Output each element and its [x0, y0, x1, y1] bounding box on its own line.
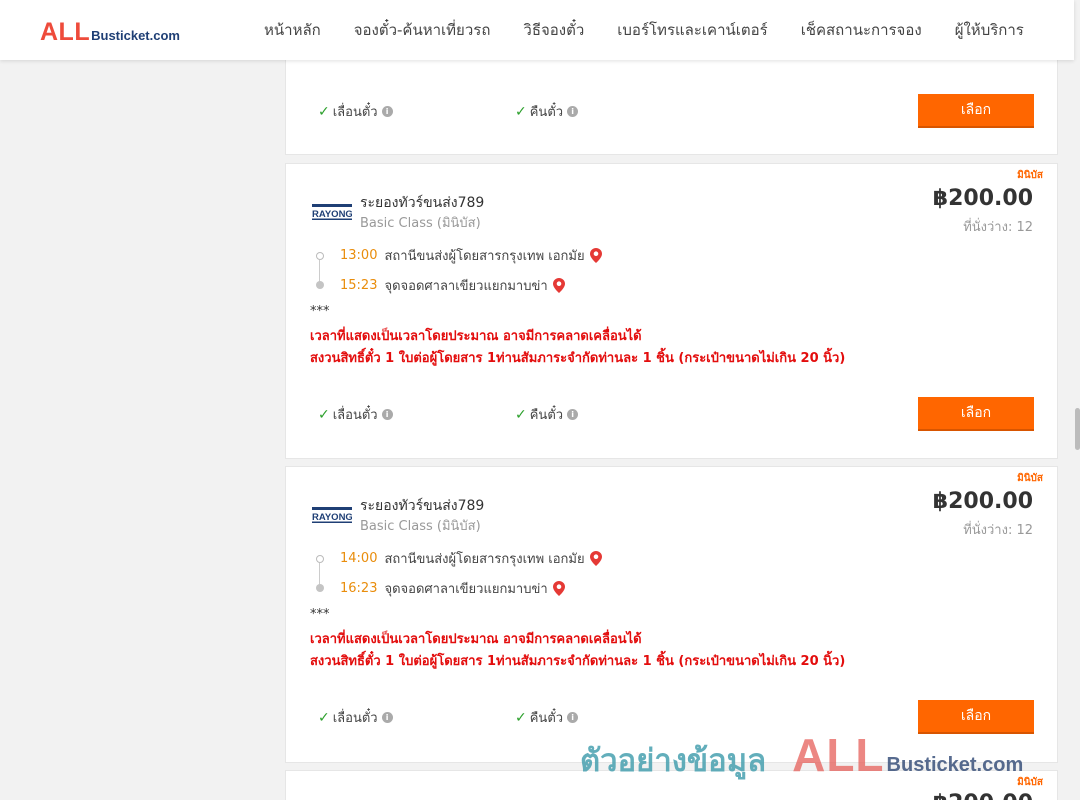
nav-book-search[interactable]: จองตั๋ว-ค้นหาเที่ยวรถ: [354, 18, 491, 42]
trip-price: ฿200.00: [933, 791, 1033, 800]
departure-stop: 14:00 สถานีขนส่งผู้โดยสารกรุงเทพ เอกมัย: [340, 548, 602, 569]
feature-change-label: เลื่อนตั๋ว: [332, 105, 378, 120]
departure-place: สถานีขนส่งผู้โดยสารกรุงเทพ เอกมัย: [384, 552, 585, 567]
time-disclaimer: เวลาที่แสดงเป็นเวลาโดยประมาณ อาจมีการคลา…: [310, 632, 642, 647]
map-pin-icon[interactable]: [589, 248, 602, 263]
trip-card: มินิบัส RAYONG ระยองทัวร์ขนส่ง789 Basic …: [285, 466, 1058, 763]
trip-price: ฿200.00: [932, 489, 1033, 514]
check-icon: ✓: [515, 406, 527, 423]
scrollbar-thumb[interactable]: [1075, 408, 1080, 450]
arrival-stop: 15:23 จุดจอดศาลาเขียวแยกมาบข่า: [340, 275, 565, 296]
route-line: [319, 260, 320, 282]
main-nav: หน้าหลัก จองตั๋ว-ค้นหาเที่ยวรถ วิธีจองตั…: [264, 18, 1057, 42]
feature-refund-ticket: ✓ คืนตั๋ว i: [515, 404, 579, 425]
check-icon: ✓: [318, 103, 330, 120]
operator-logo-text: RAYONG: [312, 209, 352, 220]
info-icon[interactable]: i: [567, 409, 579, 420]
time-disclaimer: เวลาที่แสดงเป็นเวลาโดยประมาณ อาจมีการคลา…: [310, 329, 642, 344]
route-timeline: [316, 555, 324, 592]
feature-change-ticket: ✓ เลื่อนตั๋ว i: [318, 101, 393, 122]
info-icon[interactable]: i: [381, 712, 393, 723]
origin-dot: [316, 555, 324, 563]
feature-refund-label: คืนตั๋ว: [529, 711, 564, 726]
logo-busticket-text: Busticket.com: [91, 28, 180, 43]
feature-refund-ticket: ✓ คืนตั๋ว i: [515, 707, 579, 728]
feature-refund-label: คืนตั๋ว: [529, 105, 564, 120]
operator-logo-text: RAYONG: [312, 512, 352, 523]
note-marker: ***: [310, 607, 330, 622]
bus-class: Basic Class (มินิบัส): [360, 216, 481, 231]
site-logo[interactable]: ALL Busticket.com: [40, 18, 180, 47]
trip-card-partial-bottom: มินิบัส ฿200.00: [285, 770, 1058, 800]
vehicle-type-badge: มินิบัส: [1017, 777, 1043, 788]
route-line: [319, 563, 320, 585]
info-icon[interactable]: i: [567, 106, 579, 117]
departure-time: 14:00: [340, 551, 378, 566]
check-icon: ✓: [515, 709, 527, 726]
info-icon[interactable]: i: [381, 106, 393, 117]
arrival-time: 15:23: [340, 278, 378, 293]
map-pin-icon[interactable]: [552, 278, 565, 293]
arrival-place: จุดจอดศาลาเขียวแยกมาบข่า: [384, 582, 548, 597]
trip-card: มินิบัส RAYONG ระยองทัวร์ขนส่ง789 Basic …: [285, 163, 1058, 459]
feature-refund-ticket: ✓ คืนตั๋ว i: [515, 101, 579, 122]
baggage-policy: สงวนสิทธิ์ตั๋ว 1 ใบต่อผู้โดยสาร 1ท่านสัม…: [310, 654, 846, 669]
departure-stop: 13:00 สถานีขนส่งผู้โดยสารกรุงเทพ เอกมัย: [340, 245, 602, 266]
nav-check-booking[interactable]: เช็คสถานะการจอง: [801, 18, 922, 42]
arrival-place: จุดจอดศาลาเขียวแยกมาบข่า: [384, 279, 548, 294]
nav-phone-counters[interactable]: เบอร์โทรและเคาน์เตอร์: [617, 18, 767, 42]
destination-dot: [316, 584, 324, 592]
operator-name: ระยองทัวร์ขนส่ง789: [360, 195, 485, 211]
feature-refund-label: คืนตั๋ว: [529, 408, 564, 423]
nav-home[interactable]: หน้าหลัก: [264, 18, 321, 42]
info-icon[interactable]: i: [567, 712, 579, 723]
departure-place: สถานีขนส่งผู้โดยสารกรุงเทพ เอกมัย: [384, 249, 585, 264]
select-button[interactable]: เลือก: [918, 94, 1034, 128]
logo-all-text: ALL: [40, 18, 91, 46]
trip-price: ฿200.00: [932, 186, 1033, 211]
nav-operators[interactable]: ผู้ให้บริการ: [955, 18, 1024, 42]
departure-time: 13:00: [340, 248, 378, 263]
top-header: ALL Busticket.com หน้าหลัก จองตั๋ว-ค้นหา…: [0, 0, 1074, 60]
vehicle-type-badge: มินิบัส: [1017, 473, 1043, 484]
feature-change-ticket: ✓ เลื่อนตั๋ว i: [318, 404, 393, 425]
operator-logo: RAYONG: [312, 507, 352, 523]
info-icon[interactable]: i: [381, 409, 393, 420]
nav-how-to-book[interactable]: วิธีจองตั๋ว: [523, 18, 584, 42]
check-icon: ✓: [318, 709, 330, 726]
select-button[interactable]: เลือก: [918, 397, 1034, 431]
feature-change-ticket: ✓ เลื่อนตั๋ว i: [318, 707, 393, 728]
destination-dot: [316, 281, 324, 289]
baggage-policy: สงวนสิทธิ์ตั๋ว 1 ใบต่อผู้โดยสาร 1ท่านสัม…: [310, 351, 846, 366]
feature-change-label: เลื่อนตั๋ว: [332, 408, 378, 423]
arrival-time: 16:23: [340, 581, 378, 596]
operator-name: ระยองทัวร์ขนส่ง789: [360, 498, 485, 514]
select-button[interactable]: เลือก: [918, 700, 1034, 734]
vehicle-type-badge: มินิบัส: [1017, 170, 1043, 181]
feature-change-label: เลื่อนตั๋ว: [332, 711, 378, 726]
map-pin-icon[interactable]: [589, 551, 602, 566]
map-pin-icon[interactable]: [552, 581, 565, 596]
origin-dot: [316, 252, 324, 260]
check-icon: ✓: [318, 406, 330, 423]
seats-available: ที่นั่งว่าง: 12: [963, 220, 1033, 235]
seats-available: ที่นั่งว่าง: 12: [963, 523, 1033, 538]
trip-card-partial-top: ✓ เลื่อนตั๋ว i ✓ คืนตั๋ว i เลือก: [285, 50, 1058, 155]
route-timeline: [316, 252, 324, 289]
check-icon: ✓: [515, 103, 527, 120]
bus-class: Basic Class (มินิบัส): [360, 519, 481, 534]
arrival-stop: 16:23 จุดจอดศาลาเขียวแยกมาบข่า: [340, 578, 565, 599]
page-scrollbar[interactable]: [1074, 0, 1080, 800]
note-marker: ***: [310, 304, 330, 319]
operator-logo: RAYONG: [312, 204, 352, 220]
